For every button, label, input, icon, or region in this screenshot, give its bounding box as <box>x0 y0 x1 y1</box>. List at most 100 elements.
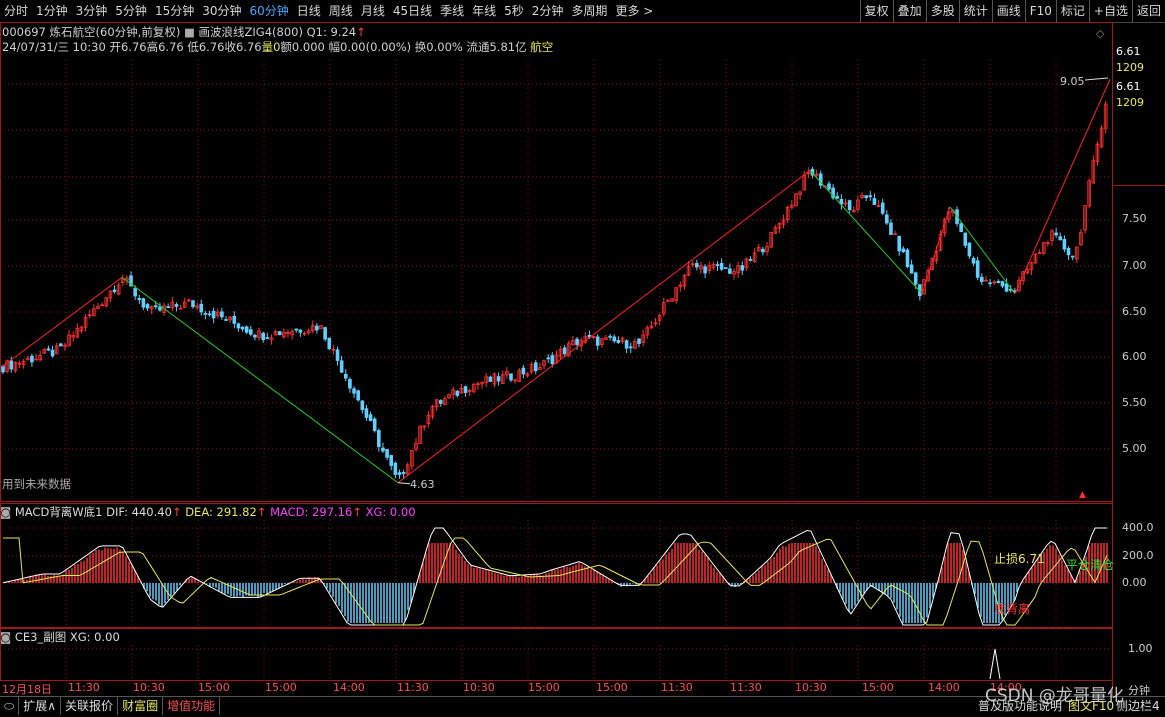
candle-body <box>901 248 906 253</box>
candle-body <box>46 348 51 351</box>
candle-body <box>224 319 228 321</box>
toggle-pill-icon[interactable]: ⬭ <box>0 697 20 715</box>
candle-body <box>897 235 902 252</box>
candle-body <box>240 326 245 330</box>
candle-body <box>294 328 299 331</box>
watermark: CSDN @龙哥量化 <box>985 686 1124 706</box>
candle-body <box>740 265 745 271</box>
candle-body <box>872 198 877 205</box>
candle-body <box>728 268 732 274</box>
candle-body <box>348 378 352 389</box>
candle-body <box>546 357 550 360</box>
candle-body <box>628 346 633 349</box>
time-tick: 15:00 <box>528 681 560 694</box>
candle-body <box>191 300 195 308</box>
candle-body <box>575 338 579 346</box>
candle-body <box>463 386 468 393</box>
high-pointer <box>1084 77 1109 81</box>
time-tick: 10:30 <box>795 681 827 694</box>
candle-body <box>381 447 385 452</box>
future-data-label: 用到未来数据 <box>2 477 71 491</box>
candle-body <box>335 349 340 361</box>
tab-value-added[interactable]: 增值功能 <box>163 697 221 715</box>
candle-body <box>385 449 389 458</box>
candle-body <box>112 289 117 293</box>
time-tick: 15:00 <box>198 681 230 694</box>
candle-body <box>608 335 612 338</box>
tab-expand[interactable]: 扩展∧ <box>19 697 62 715</box>
y-tick: 6.50 <box>1122 305 1147 318</box>
candle-body <box>488 376 493 382</box>
ce3-title[interactable]: CE3_副图 <box>15 630 66 644</box>
price-top: 6.61 <box>1116 45 1141 58</box>
candle-body <box>885 214 889 224</box>
candle-body <box>343 373 348 379</box>
time-tick: 11:30 <box>661 681 693 694</box>
macd-y-tick: 0.00 <box>1122 576 1147 589</box>
candle-body <box>996 280 1001 283</box>
ce3-panel-frame <box>0 628 1113 681</box>
y-tick: 5.50 <box>1122 396 1147 409</box>
tab-wealth-circle[interactable]: 财富圈 <box>118 697 164 715</box>
macd-title[interactable]: MACD背离W底1 <box>15 505 103 519</box>
ce3-signal-spike <box>989 648 1001 680</box>
candle-body <box>199 303 204 313</box>
time-tick: 11:30 <box>730 681 762 694</box>
candle-body <box>637 338 641 345</box>
zigzag-segment <box>1 276 123 368</box>
candle-body <box>203 312 208 315</box>
panel-toggle-icon[interactable]: ◙ <box>0 630 11 644</box>
candle-body <box>595 336 600 346</box>
up-arrow-icon: ↑ <box>352 505 362 519</box>
stop-loss-label: 止损6.71 <box>994 552 1045 566</box>
candle-body <box>562 347 567 355</box>
candle-body <box>703 266 707 274</box>
candle-body <box>236 323 241 329</box>
time-tick: 15:00 <box>265 681 297 694</box>
candle-body <box>438 400 443 404</box>
bottom-divergence-label: 底背离 <box>994 602 1031 616</box>
candle-body <box>1054 232 1058 236</box>
vol-top: 1209 <box>1116 61 1144 74</box>
macd-macd: MACD: 297.16 <box>270 505 353 519</box>
candle-body <box>59 343 63 347</box>
main-panel-frame <box>0 22 1113 502</box>
candle-body <box>868 195 873 198</box>
candle-body <box>356 390 360 401</box>
candle-body <box>389 455 394 466</box>
time-tick: 14:00 <box>333 681 365 694</box>
time-tick: 12月18日 <box>2 683 52 696</box>
time-tick: 11:30 <box>68 681 100 694</box>
time-axis: 12月18日 11:30 10:30 15:00 15:00 14:00 11:30 10:3… <box>0 681 1112 696</box>
candle-body <box>393 462 398 475</box>
candle-body <box>352 388 356 394</box>
candle-body <box>248 329 253 335</box>
zigzag-segment <box>121 276 399 484</box>
candle-body <box>612 336 617 342</box>
zigzag-segment <box>809 170 923 295</box>
tab-related-quotes[interactable]: 关联报价 <box>61 697 119 715</box>
candle-body <box>971 257 976 264</box>
candle-body <box>521 367 526 375</box>
candle-body <box>723 267 728 270</box>
y-tick: 7.50 <box>1122 212 1147 225</box>
candle-body <box>141 298 146 308</box>
high-price-label: 9.05 <box>1060 75 1085 88</box>
candle-body <box>761 248 765 253</box>
candle-body <box>220 311 224 318</box>
candle-body <box>30 355 34 363</box>
macd-panel-header: ◙ MACD背离W底1 DIF: 440.40↑ DEA: 291.82↑ MA… <box>0 504 416 520</box>
candle-body <box>695 263 699 268</box>
time-tick: 15:00 <box>862 681 894 694</box>
panel-toggle-icon[interactable]: ◙ <box>0 505 11 519</box>
macd-dea: DEA: 291.82 <box>185 505 257 519</box>
up-arrow-icon: ↑ <box>171 505 182 519</box>
candle-body <box>244 326 249 333</box>
diamond-icon[interactable]: ◇ <box>1096 27 1104 40</box>
candle-body <box>323 327 327 340</box>
kline-chart-area[interactable] <box>0 0 1165 716</box>
time-tick: 10:30 <box>133 681 165 694</box>
candle-body <box>1062 239 1067 250</box>
y-tick: 5.00 <box>1122 442 1147 455</box>
candle-body <box>533 362 538 371</box>
